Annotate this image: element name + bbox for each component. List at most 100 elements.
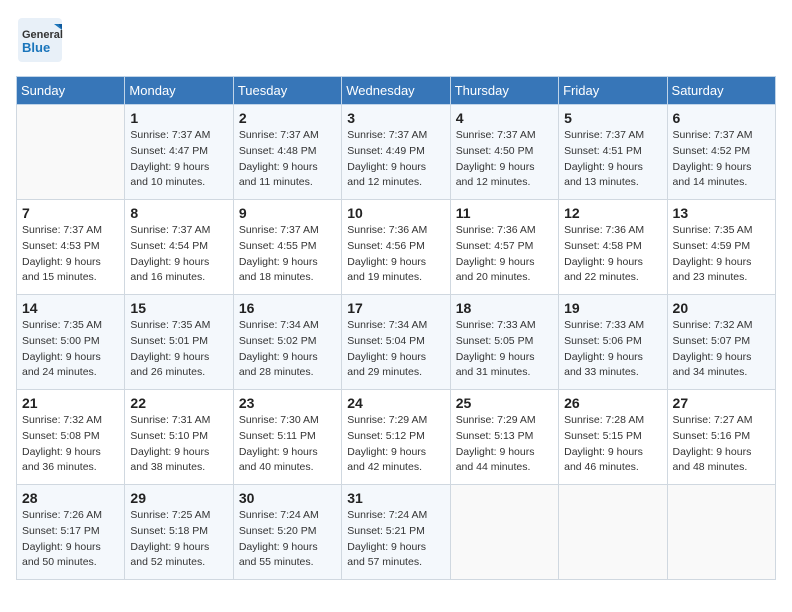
day-number: 16: [239, 300, 336, 316]
calendar-week-row: 1Sunrise: 7:37 AMSunset: 4:47 PMDaylight…: [17, 105, 776, 200]
weekday-header-sunday: Sunday: [17, 77, 125, 105]
day-info: Sunrise: 7:37 AMSunset: 4:49 PMDaylight:…: [347, 128, 444, 191]
calendar-cell: [450, 485, 558, 580]
day-info: Sunrise: 7:37 AMSunset: 4:52 PMDaylight:…: [673, 128, 770, 191]
day-number: 27: [673, 395, 770, 411]
calendar-cell: 3 Sunrise: 7:37 AMSunset: 4:49 PMDaylight…: [342, 105, 450, 200]
calendar-week-row: 14 Sunrise: 7:35 AMSunset: 5:00 PMDayligh…: [17, 295, 776, 390]
calendar-cell: 21 Sunrise: 7:32 AMSunset: 5:08 PMDayligh…: [17, 390, 125, 485]
day-number: 24: [347, 395, 444, 411]
calendar-cell: 28 Sunrise: 7:26 AMSunset: 5:17 PMDayligh…: [17, 485, 125, 580]
calendar-cell: 23 Sunrise: 7:30 AMSunset: 5:11 PMDayligh…: [233, 390, 341, 485]
weekday-header-saturday: Saturday: [667, 77, 775, 105]
calendar-cell: 20Sunrise: 7:32 AMSunset: 5:07 PMDayligh…: [667, 295, 775, 390]
calendar-cell: 30 Sunrise: 7:24 AMSunset: 5:20 PMDayligh…: [233, 485, 341, 580]
day-number: 28: [22, 490, 119, 506]
day-number: 14: [22, 300, 119, 316]
day-info: Sunrise: 7:37 AMSunset: 4:53 PMDaylight:…: [22, 223, 119, 286]
day-info: Sunrise: 7:37 AMSunset: 4:51 PMDaylight:…: [564, 128, 661, 191]
calendar-cell: 7Sunrise: 7:37 AMSunset: 4:53 PMDaylight…: [17, 200, 125, 295]
calendar-week-row: 28 Sunrise: 7:26 AMSunset: 5:17 PMDayligh…: [17, 485, 776, 580]
day-number: 12: [564, 205, 661, 221]
calendar-cell: 24 Sunrise: 7:29 AMSunset: 5:12 PMDayligh…: [342, 390, 450, 485]
day-info: Sunrise: 7:37 AMSunset: 4:55 PMDaylight:…: [239, 223, 336, 286]
day-info: Sunrise: 7:29 AMSunset: 5:13 PMDaylight:…: [456, 413, 553, 476]
calendar-cell: 29 Sunrise: 7:25 AMSunset: 5:18 PMDayligh…: [125, 485, 233, 580]
day-number: 6: [673, 110, 770, 126]
day-number: 10: [347, 205, 444, 221]
day-info: Sunrise: 7:26 AMSunset: 5:17 PMDaylight:…: [22, 508, 119, 571]
calendar-cell: 27Sunrise: 7:27 AMSunset: 5:16 PMDayligh…: [667, 390, 775, 485]
day-info: Sunrise: 7:36 AMSunset: 4:57 PMDaylight:…: [456, 223, 553, 286]
day-number: 21: [22, 395, 119, 411]
calendar-cell: 10 Sunrise: 7:36 AMSunset: 4:56 PMDayligh…: [342, 200, 450, 295]
day-info: Sunrise: 7:35 AMSunset: 4:59 PMDaylight:…: [673, 223, 770, 286]
day-number: 25: [456, 395, 553, 411]
logo: General Blue: [16, 16, 64, 64]
day-info: Sunrise: 7:32 AMSunset: 5:08 PMDaylight:…: [22, 413, 119, 476]
calendar-cell: 26 Sunrise: 7:28 AMSunset: 5:15 PMDayligh…: [559, 390, 667, 485]
day-info: Sunrise: 7:31 AMSunset: 5:10 PMDaylight:…: [130, 413, 227, 476]
calendar-cell: 12 Sunrise: 7:36 AMSunset: 4:58 PMDayligh…: [559, 200, 667, 295]
day-info: Sunrise: 7:36 AMSunset: 4:56 PMDaylight:…: [347, 223, 444, 286]
day-number: 4: [456, 110, 553, 126]
calendar-cell: 25 Sunrise: 7:29 AMSunset: 5:13 PMDayligh…: [450, 390, 558, 485]
day-info: Sunrise: 7:30 AMSunset: 5:11 PMDaylight:…: [239, 413, 336, 476]
weekday-header-friday: Friday: [559, 77, 667, 105]
day-number: 11: [456, 205, 553, 221]
calendar-cell: 15 Sunrise: 7:35 AMSunset: 5:01 PMDayligh…: [125, 295, 233, 390]
day-number: 19: [564, 300, 661, 316]
calendar-cell: 9Sunrise: 7:37 AMSunset: 4:55 PMDaylight…: [233, 200, 341, 295]
day-info: Sunrise: 7:37 AMSunset: 4:54 PMDaylight:…: [130, 223, 227, 286]
day-info: Sunrise: 7:25 AMSunset: 5:18 PMDaylight:…: [130, 508, 227, 571]
calendar-cell: 31 Sunrise: 7:24 AMSunset: 5:21 PMDayligh…: [342, 485, 450, 580]
day-number: 17: [347, 300, 444, 316]
calendar-cell: 13Sunrise: 7:35 AMSunset: 4:59 PMDayligh…: [667, 200, 775, 295]
day-info: Sunrise: 7:34 AMSunset: 5:04 PMDaylight:…: [347, 318, 444, 381]
day-number: 3: [347, 110, 444, 126]
calendar-cell: 5 Sunrise: 7:37 AMSunset: 4:51 PMDaylight…: [559, 105, 667, 200]
day-info: Sunrise: 7:34 AMSunset: 5:02 PMDaylight:…: [239, 318, 336, 381]
day-number: 18: [456, 300, 553, 316]
calendar-cell: 2Sunrise: 7:37 AMSunset: 4:48 PMDaylight…: [233, 105, 341, 200]
weekday-header-monday: Monday: [125, 77, 233, 105]
calendar-cell: [667, 485, 775, 580]
calendar-cell: 16 Sunrise: 7:34 AMSunset: 5:02 PMDayligh…: [233, 295, 341, 390]
day-info: Sunrise: 7:33 AMSunset: 5:06 PMDaylight:…: [564, 318, 661, 381]
weekday-header-wednesday: Wednesday: [342, 77, 450, 105]
weekday-header-thursday: Thursday: [450, 77, 558, 105]
calendar-cell: 1Sunrise: 7:37 AMSunset: 4:47 PMDaylight…: [125, 105, 233, 200]
calendar-cell: 4 Sunrise: 7:37 AMSunset: 4:50 PMDaylight…: [450, 105, 558, 200]
calendar-cell: 6 Sunrise: 7:37 AMSunset: 4:52 PMDaylight…: [667, 105, 775, 200]
day-number: 15: [130, 300, 227, 316]
logo-svg: General Blue: [16, 16, 64, 64]
day-info: Sunrise: 7:24 AMSunset: 5:21 PMDaylight:…: [347, 508, 444, 571]
day-number: 30: [239, 490, 336, 506]
calendar-week-row: 21 Sunrise: 7:32 AMSunset: 5:08 PMDayligh…: [17, 390, 776, 485]
day-number: 5: [564, 110, 661, 126]
day-number: 2: [239, 110, 336, 126]
day-info: Sunrise: 7:35 AMSunset: 5:01 PMDaylight:…: [130, 318, 227, 381]
page-header: General Blue: [16, 16, 776, 64]
calendar-cell: 8Sunrise: 7:37 AMSunset: 4:54 PMDaylight…: [125, 200, 233, 295]
day-info: Sunrise: 7:35 AMSunset: 5:00 PMDaylight:…: [22, 318, 119, 381]
day-info: Sunrise: 7:29 AMSunset: 5:12 PMDaylight:…: [347, 413, 444, 476]
day-number: 23: [239, 395, 336, 411]
calendar-table: SundayMondayTuesdayWednesdayThursdayFrid…: [16, 76, 776, 580]
day-info: Sunrise: 7:37 AMSunset: 4:47 PMDaylight:…: [130, 128, 227, 191]
calendar-cell: 17 Sunrise: 7:34 AMSunset: 5:04 PMDayligh…: [342, 295, 450, 390]
calendar-header-row: SundayMondayTuesdayWednesdayThursdayFrid…: [17, 77, 776, 105]
day-number: 22: [130, 395, 227, 411]
svg-text:Blue: Blue: [22, 40, 50, 55]
day-number: 26: [564, 395, 661, 411]
calendar-cell: [17, 105, 125, 200]
day-info: Sunrise: 7:24 AMSunset: 5:20 PMDaylight:…: [239, 508, 336, 571]
weekday-header-tuesday: Tuesday: [233, 77, 341, 105]
day-info: Sunrise: 7:33 AMSunset: 5:05 PMDaylight:…: [456, 318, 553, 381]
day-number: 20: [673, 300, 770, 316]
day-number: 31: [347, 490, 444, 506]
day-info: Sunrise: 7:37 AMSunset: 4:50 PMDaylight:…: [456, 128, 553, 191]
day-info: Sunrise: 7:28 AMSunset: 5:15 PMDaylight:…: [564, 413, 661, 476]
day-number: 29: [130, 490, 227, 506]
day-info: Sunrise: 7:36 AMSunset: 4:58 PMDaylight:…: [564, 223, 661, 286]
